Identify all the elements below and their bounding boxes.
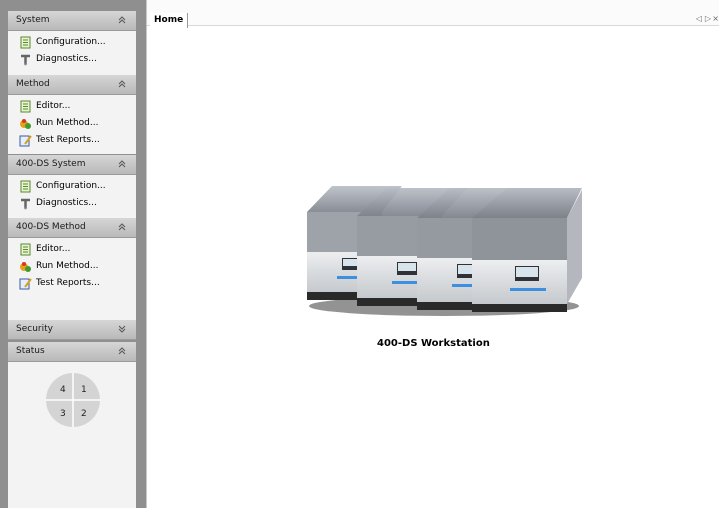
status-quadrant-3: 3 — [60, 409, 66, 419]
status-quadrant-2: 2 — [81, 409, 87, 419]
main-content: Home ◁ ▷ × 400-DS Workstation — [146, 0, 719, 508]
chevron-up-icon[interactable] — [117, 342, 127, 361]
item-label: Editor... — [36, 101, 71, 111]
run-icon — [20, 119, 31, 129]
wrench-icon — [21, 54, 30, 66]
tab-scroll-left-icon[interactable]: ◁ — [696, 14, 702, 23]
tab-home[interactable]: Home — [150, 13, 189, 28]
panel-title: 400-DS Method — [16, 222, 86, 232]
panel-header-status[interactable]: Status — [8, 342, 136, 362]
panel-title: Status — [16, 346, 45, 356]
report-icon — [19, 135, 32, 147]
run-icon — [20, 262, 31, 272]
chevron-up-icon[interactable] — [117, 155, 127, 174]
tab-bar: Home ◁ ▷ × — [147, 0, 719, 28]
status-quadrant-4: 4 — [60, 385, 66, 395]
document-icon — [20, 243, 31, 256]
panel-body-system: Configuration... Diagnostics... — [8, 31, 136, 77]
ds-system-diagnostics-item[interactable]: Diagnostics... — [8, 195, 136, 212]
chevron-up-icon[interactable] — [117, 218, 127, 237]
item-label: Test Reports... — [36, 135, 100, 145]
chevron-down-icon[interactable] — [117, 320, 127, 339]
sidebar: System Configuration... Diagnostics... M… — [0, 0, 146, 508]
system-configuration-item[interactable]: Configuration... — [8, 34, 136, 51]
panel-body-ds-system: Configuration... Diagnostics... — [8, 175, 136, 221]
panel-header-method[interactable]: Method — [8, 75, 136, 95]
item-label: Run Method... — [36, 261, 99, 271]
document-icon — [20, 36, 31, 49]
method-run-item[interactable]: Run Method... — [8, 115, 136, 132]
panel-body-status: 4 1 3 2 — [8, 362, 136, 508]
method-test-reports-item[interactable]: Test Reports... — [8, 132, 136, 149]
panel-body-method: Editor... Run Method... Test Reports... — [8, 95, 136, 154]
panel-title: 400-DS System — [16, 159, 86, 169]
panel-header-ds-method[interactable]: 400-DS Method — [8, 218, 136, 238]
item-label: Test Reports... — [36, 278, 100, 288]
panel-status: Status 4 1 3 2 — [8, 342, 136, 508]
workstation-image — [307, 186, 582, 316]
document-icon — [20, 100, 31, 113]
panel-system: System Configuration... Diagnostics... — [8, 11, 136, 77]
wrench-icon — [21, 198, 30, 210]
panel-body-ds-method: Editor... Run Method... Test Reports... — [8, 238, 136, 320]
ds-method-test-reports-item[interactable]: Test Reports... — [8, 275, 136, 292]
report-icon — [19, 278, 32, 290]
panel-title: System — [16, 15, 50, 25]
method-editor-item[interactable]: Editor... — [8, 98, 136, 115]
ds-method-run-item[interactable]: Run Method... — [8, 258, 136, 275]
panel-title: Method — [16, 79, 50, 89]
panel-security: Security — [8, 320, 136, 340]
ds-method-editor-item[interactable]: Editor... — [8, 241, 136, 258]
item-label: Configuration... — [36, 37, 106, 47]
item-label: Configuration... — [36, 181, 106, 191]
system-diagnostics-item[interactable]: Diagnostics... — [8, 51, 136, 68]
workstation-label: 400-DS Workstation — [377, 338, 490, 349]
chevron-up-icon[interactable] — [117, 11, 127, 30]
panel-ds-system: 400-DS System Configuration... Diagnosti… — [8, 155, 136, 221]
status-quadrant-1: 1 — [81, 385, 87, 395]
status-quadrant-indicator: 4 1 3 2 — [46, 373, 100, 427]
document-icon — [20, 180, 31, 193]
close-icon[interactable]: × — [712, 14, 719, 23]
panel-header-security[interactable]: Security — [8, 320, 136, 340]
panel-ds-method: 400-DS Method Editor... Run Method... Te… — [8, 218, 136, 320]
item-label: Diagnostics... — [36, 198, 97, 208]
item-label: Editor... — [36, 244, 71, 254]
panel-method: Method Editor... Run Method... Test Repo… — [8, 75, 136, 154]
item-label: Diagnostics... — [36, 54, 97, 64]
panel-header-system[interactable]: System — [8, 11, 136, 31]
tab-scroll-right-icon[interactable]: ▷ — [705, 14, 711, 23]
panel-header-ds-system[interactable]: 400-DS System — [8, 155, 136, 175]
chevron-up-icon[interactable] — [117, 75, 127, 94]
panel-title: Security — [16, 324, 53, 334]
item-label: Run Method... — [36, 118, 99, 128]
ds-system-configuration-item[interactable]: Configuration... — [8, 178, 136, 195]
